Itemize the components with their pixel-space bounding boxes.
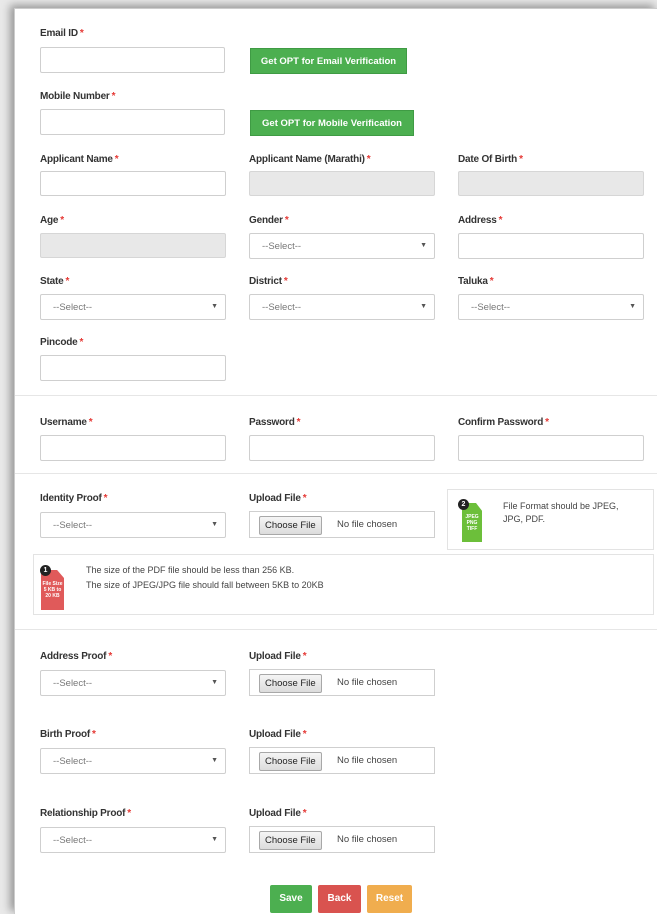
address-proof-label: Address Proof * [40,651,113,662]
age-input[interactable] [40,233,226,258]
pincode-input[interactable] [40,355,226,381]
back-button[interactable]: Back [318,885,361,913]
district-select[interactable]: --Select-- ▼ [249,294,435,320]
save-button[interactable]: Save [270,885,312,913]
size-text-line1: The size of the PDF file should be less … [86,565,295,575]
applicant-name-marathi-input[interactable] [249,171,435,196]
chevron-down-icon: ▼ [420,242,427,249]
birth-upload-label: Upload File * [249,729,307,740]
no-file-text: No file chosen [337,834,398,845]
reset-button[interactable]: Reset [367,885,412,913]
choose-file-button[interactable]: Choose File [259,516,322,535]
email-otp-button[interactable]: Get OPT for Email Verification [250,48,407,74]
no-file-text: No file chosen [337,677,398,688]
choose-file-button[interactable]: Choose File [259,831,322,850]
email-input[interactable] [40,47,225,73]
chevron-down-icon: ▼ [211,521,218,528]
mobile-otp-button[interactable]: Get OPT for Mobile Verification [250,110,414,136]
registration-form: Email ID * Get OPT for Email Verification… [14,8,657,914]
identity-proof-label: Identity Proof * [40,493,108,504]
relationship-file-input[interactable]: Choose File No file chosen [249,826,435,853]
applicant-name-label: Applicant Name * [40,154,119,165]
format-text-line1: File Format should be JPEG, [503,501,619,511]
email-label: Email ID * [40,28,84,39]
chevron-down-icon: ▼ [211,757,218,764]
divider [15,629,657,630]
state-label: State * [40,276,70,287]
identity-file-input[interactable]: Choose File No file chosen [249,511,435,538]
pdf-file-icon: File Size 5 KB to 20 KB [41,570,64,610]
no-file-text: No file chosen [337,519,398,530]
badge-1: 1 [40,565,51,576]
age-label: Age * [40,215,64,226]
identity-upload-label: Upload File * [249,493,307,504]
size-text-line2: The size of JPEG/JPG file should fall be… [86,580,324,590]
relationship-proof-select[interactable]: --Select-- ▼ [40,827,226,853]
taluka-label: Taluka * [458,276,494,287]
dob-label: Date Of Birth * [458,154,523,165]
username-label: Username * [40,417,93,428]
choose-file-button[interactable]: Choose File [259,674,322,693]
username-input[interactable] [40,435,226,461]
chevron-down-icon: ▼ [211,303,218,310]
pincode-label: Pincode * [40,337,84,348]
password-input[interactable] [249,435,435,461]
district-label: District * [249,276,288,287]
chevron-down-icon: ▼ [420,303,427,310]
chevron-down-icon: ▼ [629,303,636,310]
divider [15,473,657,474]
no-file-text: No file chosen [337,755,398,766]
mobile-label: Mobile Number * [40,91,116,102]
relationship-upload-label: Upload File * [249,808,307,819]
birth-proof-select[interactable]: --Select-- ▼ [40,748,226,774]
state-select[interactable]: --Select-- ▼ [40,294,226,320]
address-proof-select[interactable]: --Select-- ▼ [40,670,226,696]
gender-select[interactable]: --Select-- ▼ [249,233,435,259]
birth-file-input[interactable]: Choose File No file chosen [249,747,435,774]
badge-2: 2 [458,499,469,510]
divider [15,395,657,396]
file-format-info: JPEG PNG TIFF 2 File Format should be JP… [447,489,654,550]
chevron-down-icon: ▼ [211,679,218,686]
address-label: Address * [458,215,503,226]
identity-proof-select[interactable]: --Select-- ▼ [40,512,226,538]
address-input[interactable] [458,233,644,259]
address-upload-label: Upload File * [249,651,307,662]
gender-label: Gender * [249,215,289,226]
chevron-down-icon: ▼ [211,836,218,843]
birth-proof-label: Birth Proof * [40,729,96,740]
relationship-proof-label: Relationship Proof * [40,808,131,819]
confirm-password-label: Confirm Password * [458,417,549,428]
applicant-name-input[interactable] [40,171,226,196]
confirm-password-input[interactable] [458,435,644,461]
taluka-select[interactable]: --Select-- ▼ [458,294,644,320]
applicant-name-marathi-label: Applicant Name (Marathi) * [249,154,371,165]
password-label: Password * [249,417,301,428]
mobile-input[interactable] [40,109,225,135]
address-file-input[interactable]: Choose File No file chosen [249,669,435,696]
choose-file-button[interactable]: Choose File [259,752,322,771]
file-size-info: File Size 5 KB to 20 KB 1 The size of th… [33,554,654,615]
dob-input[interactable] [458,171,644,196]
format-text-line2: JPG, PDF. [503,514,546,524]
